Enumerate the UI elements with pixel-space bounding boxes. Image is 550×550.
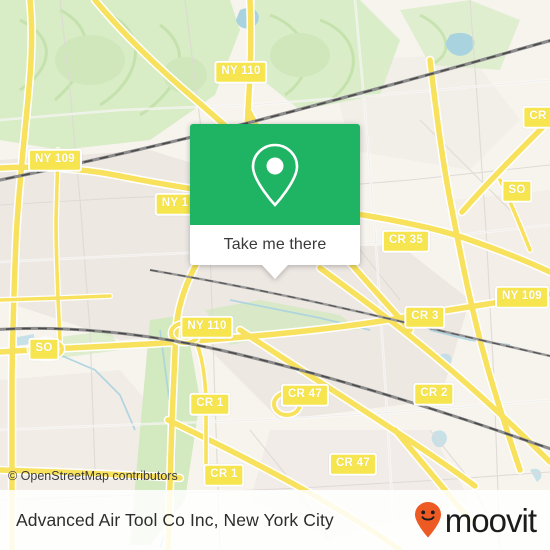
road-shield-so-left: SO (28, 337, 60, 361)
road-shield-cr1: CR 1 (189, 392, 231, 416)
callout-tail (262, 265, 288, 279)
road-shield-cr47-low: CR 47 (328, 452, 378, 476)
road-shield-cr2: CR 2 (413, 382, 455, 406)
moovit-brand[interactable]: moovit (413, 501, 537, 539)
footer-bar: Advanced Air Tool Co Inc, New York City … (0, 490, 550, 550)
map-screenshot: NY 110 NY 109 NY 1 CR SO CR 35 NY 109 CR 3 NY 11… (0, 0, 550, 550)
road-shield-so-right: SO (501, 179, 533, 203)
take-me-there-label: Take me there (223, 236, 327, 253)
road-shield-ny109-left: NY 109 (28, 148, 82, 172)
poi-callout-card[interactable]: Take me there (190, 124, 360, 279)
road-shield-ny110-low: NY 110 (180, 315, 234, 339)
poi-card-header (190, 124, 360, 225)
road-shield-cr47-mid: CR 47 (280, 383, 330, 407)
map-pin-icon (251, 143, 299, 207)
road-shield-cr1-low: CR 1 (203, 463, 245, 487)
road-shield-ny109-right: NY 109 (495, 285, 549, 309)
road-shield-ny110-top: NY 110 (214, 60, 268, 84)
poi-card-footer[interactable]: Take me there (190, 225, 360, 279)
road-shield-cr3: CR 3 (404, 305, 446, 329)
osm-attribution[interactable]: © OpenStreetMap contributors (8, 469, 178, 483)
moovit-smiley-pin-icon (414, 502, 441, 538)
place-title: Advanced Air Tool Co Inc, New York City (16, 509, 334, 530)
moovit-wordmark: moovit (444, 501, 537, 539)
road-shield-cr-topright: CR (522, 105, 550, 129)
road-shield-cr35: CR 35 (381, 229, 431, 253)
